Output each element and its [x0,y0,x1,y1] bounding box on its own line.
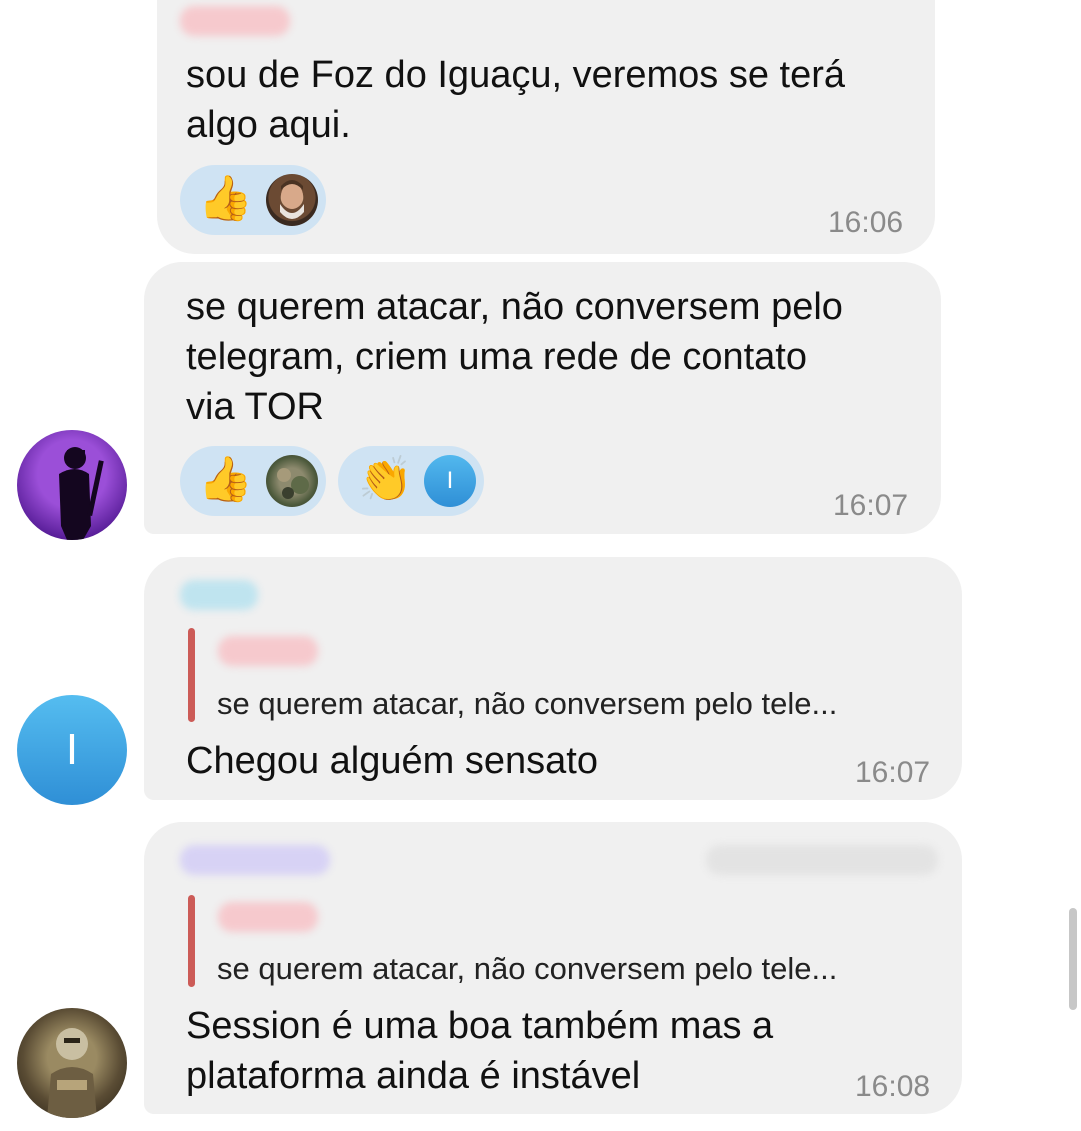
sender-avatar[interactable] [17,430,127,540]
message-text: Session é uma boa também mas a plataform… [186,1005,774,1097]
armored-figure-icon [47,1028,97,1118]
scrollbar-thumb[interactable] [1069,908,1077,1010]
thumbs-up-emoji: 👍 [198,173,253,224]
reaction-thumbs-up[interactable]: 👍 [180,165,326,235]
portrait-icon [280,180,304,219]
reply-quote-text[interactable]: se querem atacar, não conversem pelo tel… [217,951,837,987]
message-time: 16:06 [828,206,904,239]
thumbs-up-emoji: 👍 [198,454,253,505]
avatar-letter: I [65,725,79,774]
reply-quote-bar [188,895,195,987]
message-time: 16:08 [855,1070,931,1103]
camouflage-icon [277,468,309,499]
message-time: 16:07 [855,756,931,789]
reactor-avatar [266,455,318,507]
reply-quote-bar [188,628,195,722]
reaction-thumbs-up[interactable]: 👍 [180,446,326,516]
reply-quote-text[interactable]: se querem atacar, não conversem pelo tel… [217,686,837,722]
soldier-silhouette-icon [59,447,104,540]
admin-title-redacted [706,845,938,875]
sender-name-redacted [180,845,330,875]
avatar-letter: I [446,467,454,494]
reactor-avatar [266,174,318,226]
message-text: sou de Foz do Iguaçu, veremos se terá al… [186,54,846,146]
reaction-clapping[interactable]: 👏 I [338,446,484,516]
sender-avatar[interactable]: I [17,695,127,805]
message-text: Chegou alguém sensato [186,740,598,782]
sender-name-redacted [180,6,290,36]
sender-avatar[interactable] [17,1008,127,1118]
message-time: 16:07 [833,489,909,522]
reactor-avatar-letter: I [424,455,476,507]
message-text: se querem atacar, não conversem pelo tel… [186,286,843,428]
reply-author-redacted[interactable] [218,636,318,666]
sender-name-redacted [180,580,258,610]
clapping-hands-emoji: 👏 [358,454,413,505]
reply-author-redacted[interactable] [218,902,318,932]
